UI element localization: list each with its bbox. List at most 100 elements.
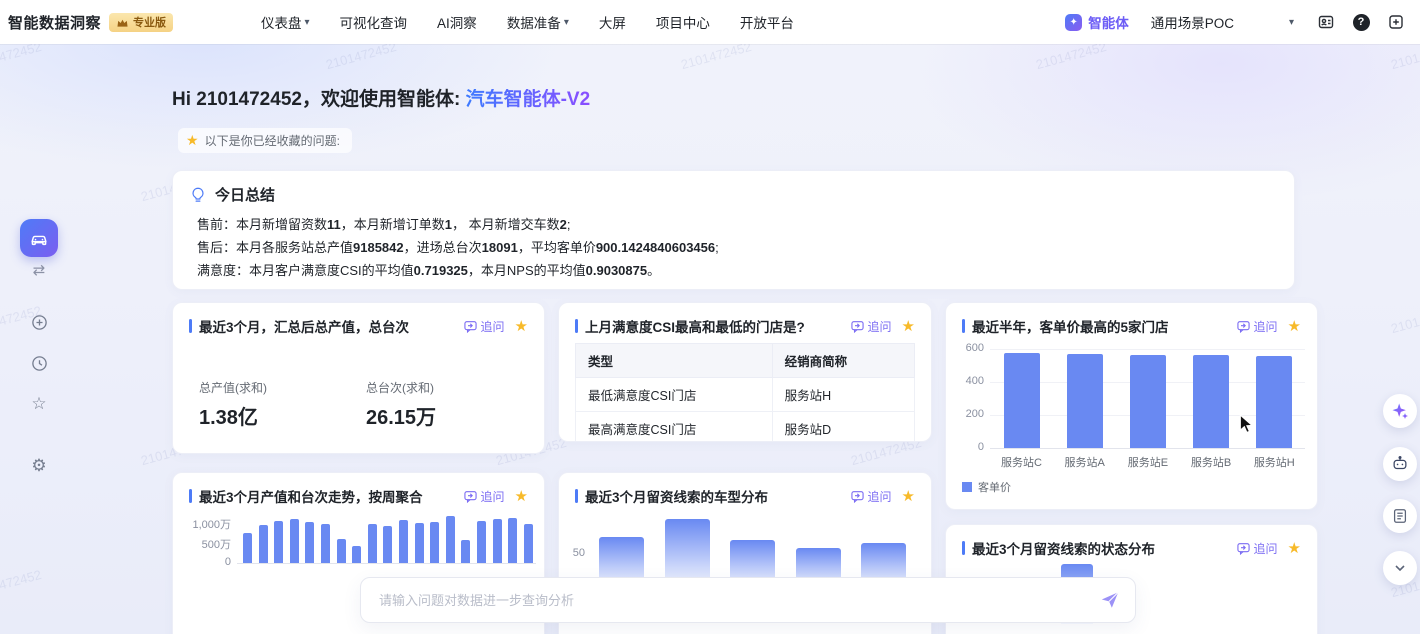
- help-icon[interactable]: ?: [1351, 12, 1371, 32]
- card-title: 最近3个月，汇总后总产值，总台次: [189, 316, 409, 336]
- bar: [1004, 353, 1040, 448]
- favorite-star-icon[interactable]: ★: [515, 319, 528, 334]
- x-axis-category-label: 服务站H: [1243, 454, 1306, 470]
- kpi-value: 26.15万: [366, 401, 436, 430]
- send-button[interactable]: [1099, 589, 1121, 611]
- contact-card-icon[interactable]: [1316, 12, 1336, 32]
- followup-chat-icon: [464, 490, 477, 503]
- greeting-prefix: Hi 2101472452，欢迎使用智能体:: [172, 89, 466, 110]
- card-title-text: 上月满意度CSI最高和最低的门店是?: [585, 316, 805, 336]
- bar: [1067, 354, 1103, 448]
- scroll-down-button[interactable]: [1383, 551, 1417, 585]
- bar: [1130, 355, 1166, 448]
- summary-text: 售后：本月各服务站总产值: [197, 240, 353, 255]
- bar: [508, 518, 517, 563]
- nav-item-label: 项目中心: [656, 12, 710, 32]
- page-background: 2101472452210147245221014724522101472452…: [0, 0, 1420, 634]
- table-row[interactable]: 最高满意度CSI门店 服务站D: [576, 412, 915, 443]
- scene-select[interactable]: 通用场景POC ▾: [1151, 12, 1294, 32]
- top-navigation: 智能数据洞察 专业版 仪表盘▾ 可视化查询 AI洞察 数据准备▾ 大屏 项目中心…: [0, 0, 1420, 44]
- nav-item-ai-insight[interactable]: AI洞察: [437, 12, 477, 32]
- favorite-star-icon[interactable]: ★: [1288, 541, 1301, 556]
- star-outline-icon: ☆: [31, 394, 46, 414]
- summary-text: ，平均客单价: [518, 240, 596, 255]
- favorites-hint-label: 以下是你已经收藏的问题:: [205, 132, 340, 149]
- followup-chat-icon: [1237, 542, 1250, 555]
- pro-badge: 专业版: [109, 13, 173, 32]
- summary-text: ，本月新增订单数: [341, 217, 445, 232]
- nav-item-dashboard[interactable]: 仪表盘▾: [261, 12, 310, 32]
- summary-text: 售前：本月新增留资数: [197, 217, 327, 232]
- table-row[interactable]: 最低满意度CSI门店 服务站H: [576, 378, 915, 412]
- summary-line: 满意度：本月客户满意度CSI的平均值0.719325，本月NPS的平均值0.90…: [197, 259, 1278, 282]
- bar: [305, 522, 314, 563]
- card-title: 最近3个月留资线索的车型分布: [575, 486, 768, 506]
- kpi-metric: 总产值(求和) 1.38亿: [199, 379, 267, 430]
- kpi-metric: 总台次(求和) 26.15万: [366, 379, 436, 430]
- favorite-star-icon[interactable]: ★: [902, 319, 915, 334]
- table-header: 类型: [576, 344, 773, 378]
- y-axis-tick-label: 500万: [179, 536, 231, 552]
- favorite-star-icon[interactable]: ★: [1288, 319, 1301, 334]
- brand: 智能数据洞察 专业版: [8, 12, 173, 33]
- favorites-button[interactable]: ☆: [29, 394, 49, 414]
- title-marker: [189, 319, 192, 333]
- card-actions: 追问 ★: [1237, 540, 1301, 557]
- nav-icons: ?: [1316, 12, 1410, 32]
- followup-button[interactable]: 追问: [464, 318, 505, 335]
- favorite-star-icon[interactable]: ★: [515, 489, 528, 504]
- history-button[interactable]: [29, 353, 49, 373]
- kpi-label: 总台次(求和): [366, 379, 436, 396]
- ai-assistant-button[interactable]: [1383, 394, 1417, 428]
- followup-button[interactable]: 追问: [851, 318, 892, 335]
- nav-item-big-screen[interactable]: 大屏: [599, 12, 626, 32]
- favorite-star-icon[interactable]: ★: [902, 489, 915, 504]
- followup-button[interactable]: 追问: [1237, 318, 1278, 335]
- y-axis-tick-label: 200: [954, 408, 984, 420]
- watermark-text: 2101472452: [0, 567, 43, 600]
- gridline: [990, 415, 1305, 416]
- scene-select-value: 通用场景POC: [1151, 12, 1234, 32]
- switch-agent-button[interactable]: ⇄: [20, 261, 58, 279]
- swap-icon: ⇄: [33, 262, 46, 279]
- nav-item-project-center[interactable]: 项目中心: [656, 12, 710, 32]
- nav-item-data-prep[interactable]: 数据准备▾: [507, 12, 569, 32]
- summary-text: ，进场总台次: [404, 240, 482, 255]
- top5-chart-card: 最近半年，客单价最高的5家门店 追问 ★ 0200400600服务站C服务站A服…: [945, 302, 1318, 510]
- add-panel-icon[interactable]: [1386, 12, 1406, 32]
- followup-button[interactable]: 追问: [1237, 540, 1278, 557]
- query-input[interactable]: [379, 593, 1099, 608]
- summary-metric-value: 18091: [482, 240, 518, 255]
- nav-item-label: 可视化查询: [340, 12, 408, 32]
- pro-badge-label: 专业版: [133, 14, 166, 30]
- favorites-hint: ★ 以下是你已经收藏的问题:: [178, 128, 352, 153]
- new-chat-button[interactable]: [29, 312, 49, 332]
- followup-button[interactable]: 追问: [851, 488, 892, 505]
- settings-button[interactable]: ⚙: [29, 456, 49, 476]
- card-actions: 追问 ★: [851, 488, 915, 505]
- followup-chat-icon: [851, 320, 864, 333]
- nav-item-label: 大屏: [599, 12, 626, 32]
- summary-text: 。: [647, 263, 660, 278]
- card-title: 最近3个月产值和台次走势，按周聚合: [189, 486, 423, 506]
- bar: [430, 522, 439, 563]
- nav-item-open-platform[interactable]: 开放平台: [740, 12, 794, 32]
- card-title: 最近3个月留资线索的状态分布: [962, 538, 1155, 558]
- nav-item-agent[interactable]: ✦ 智能体: [1065, 12, 1129, 32]
- csi-table: 类型 经销商简称 最低满意度CSI门店 服务站H 最高满意度CSI门店 服务站D: [575, 343, 915, 442]
- docs-button[interactable]: [1383, 499, 1417, 533]
- followup-chat-icon: [464, 320, 477, 333]
- followup-label: 追问: [481, 318, 505, 335]
- bar: [274, 521, 283, 563]
- agent-car-button[interactable]: [20, 219, 58, 257]
- chevron-down-icon: ▾: [305, 17, 310, 28]
- bar: [461, 540, 470, 563]
- agent-icon: ✦: [1065, 14, 1082, 31]
- followup-chat-icon: [851, 490, 864, 503]
- x-axis-category-label: 服务站C: [990, 454, 1053, 470]
- agent-entry-label: 智能体: [1088, 12, 1129, 32]
- followup-button[interactable]: 追问: [464, 488, 505, 505]
- nav-item-visual-query[interactable]: 可视化查询: [340, 12, 408, 32]
- chevron-down-icon: ▾: [1289, 17, 1294, 28]
- chatbot-button[interactable]: [1383, 447, 1417, 481]
